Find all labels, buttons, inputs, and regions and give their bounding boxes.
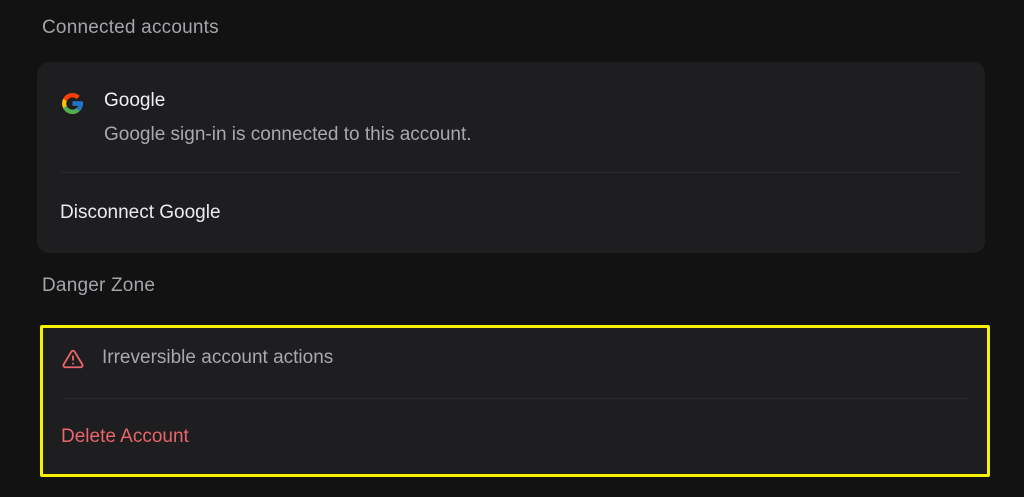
warning-icon (62, 348, 84, 370)
danger-zone-card: Irreversible account actions Delete Acco… (40, 325, 990, 477)
divider (63, 398, 967, 399)
danger-zone-description: Irreversible account actions (102, 347, 334, 368)
disconnect-google-button[interactable]: Disconnect Google (60, 202, 221, 224)
divider (61, 172, 961, 173)
danger-zone-heading: Danger Zone (42, 275, 156, 296)
google-account-card: Google Google sign-in is connected to th… (37, 62, 985, 253)
delete-account-button[interactable]: Delete Account (61, 426, 189, 448)
connected-accounts-heading: Connected accounts (42, 17, 219, 38)
provider-name: Google (104, 90, 166, 111)
provider-description: Google sign-in is connected to this acco… (104, 124, 472, 145)
google-icon (60, 91, 85, 116)
